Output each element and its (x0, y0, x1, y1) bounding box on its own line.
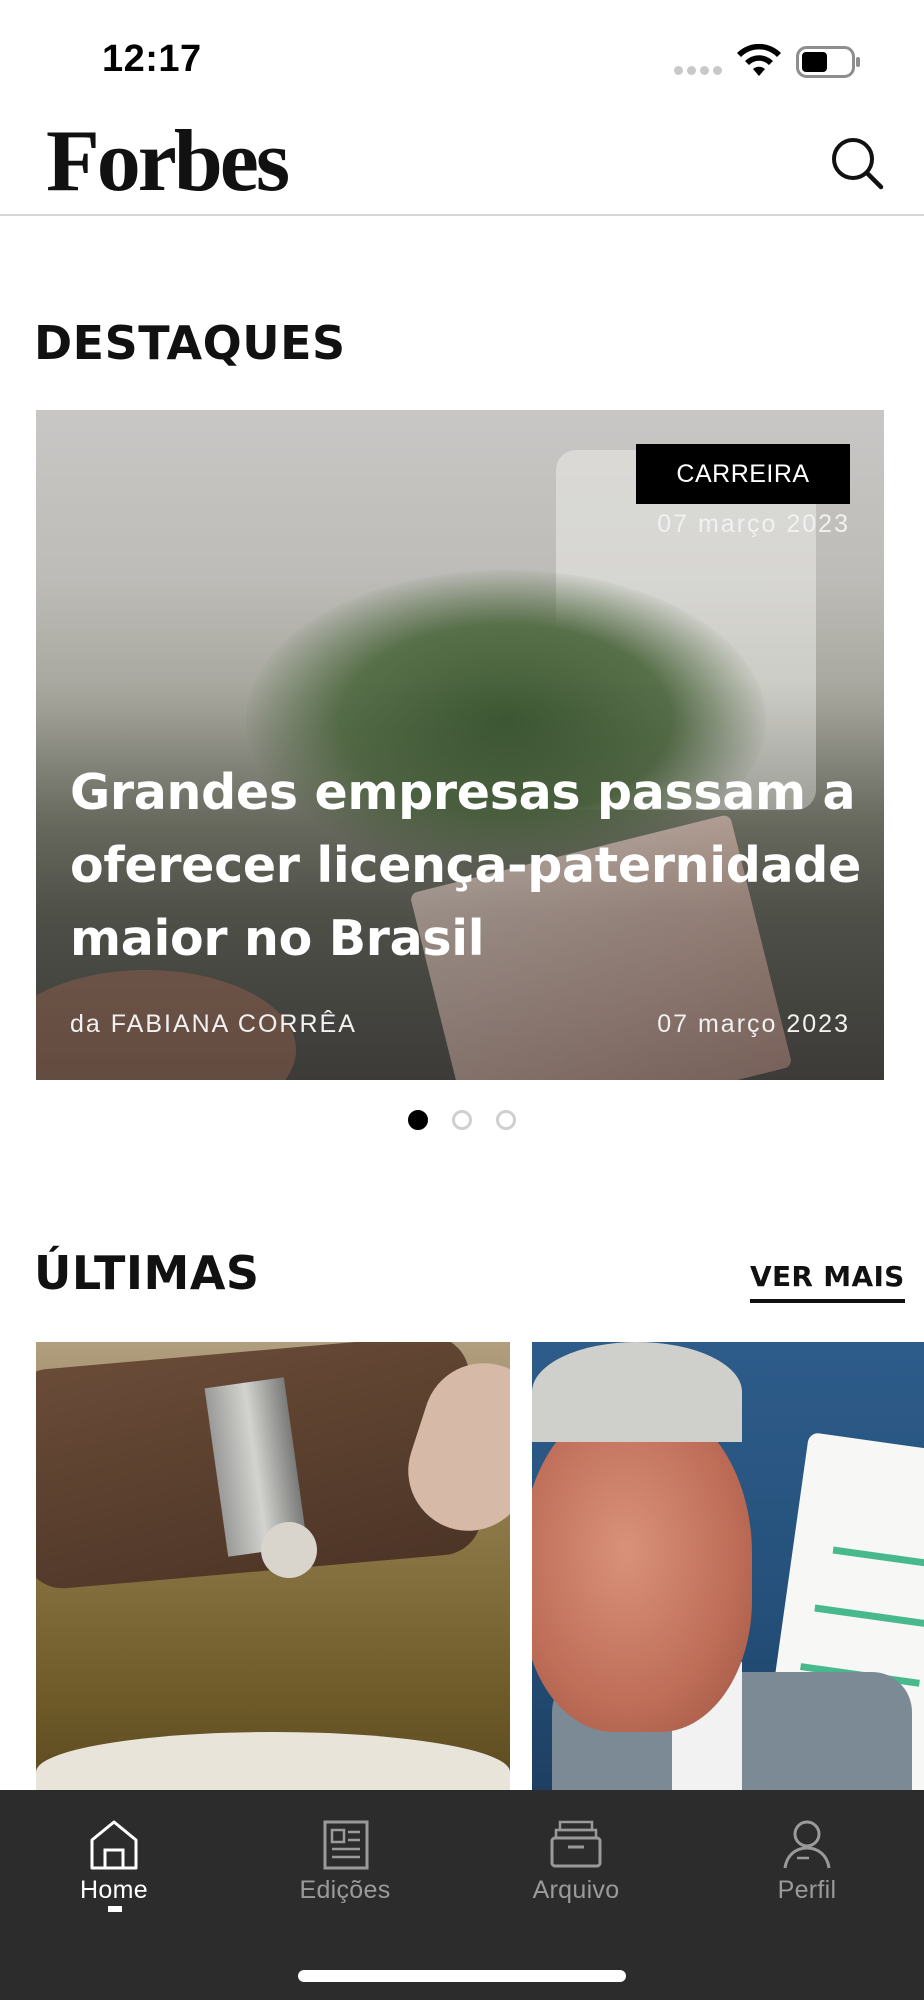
section-title-highlights: DESTAQUES (34, 316, 346, 370)
carousel-dot-1[interactable] (408, 1110, 428, 1130)
newspaper-icon (323, 1820, 369, 1870)
featured-article-card[interactable]: CARREIRA 07 março 2023 Grandes empresas … (36, 410, 884, 1080)
home-indicator[interactable] (298, 1970, 626, 1982)
forbes-logo[interactable]: Forbes (46, 118, 290, 206)
see-more-link[interactable]: VER MAIS (750, 1260, 905, 1303)
tab-label: Perfil (777, 1876, 837, 1904)
tab-label: Arquivo (532, 1876, 620, 1904)
tab-editions[interactable]: Edições (265, 1816, 425, 1926)
tab-archive[interactable]: Arquivo (496, 1816, 656, 1926)
profile-icon (783, 1820, 831, 1869)
archive-icon (550, 1820, 602, 1868)
carousel-dot-3[interactable] (496, 1110, 516, 1130)
search-icon[interactable] (828, 134, 886, 192)
tab-profile[interactable]: Perfil (727, 1816, 887, 1926)
article-headline[interactable]: Grandes empresas passam a oferecer licen… (70, 756, 870, 975)
bottom-tab-bar: Home Edições Arquivo Perfil (0, 1790, 924, 2000)
section-title-latest: ÚLTIMAS (34, 1246, 260, 1300)
wifi-icon (737, 44, 781, 76)
article-date-top: 07 março 2023 (657, 510, 850, 538)
carousel-pagination[interactable] (408, 1110, 516, 1130)
active-tab-indicator (108, 1906, 122, 1912)
carousel-dot-2[interactable] (452, 1110, 472, 1130)
tab-label: Edições (299, 1876, 391, 1904)
home-icon (90, 1820, 138, 1870)
cellular-signal-icon (674, 66, 724, 76)
category-badge[interactable]: CARREIRA (636, 444, 850, 504)
status-time: 12:17 (102, 38, 202, 80)
article-author: da FABIANA CORRÊA (70, 1010, 357, 1038)
tab-label: Home (80, 1876, 148, 1904)
status-bar: 12:17 (0, 0, 924, 110)
app-header: Forbes (0, 110, 924, 216)
latest-article-card[interactable] (36, 1342, 510, 1790)
battery-icon (796, 46, 860, 78)
article-date-bottom: 07 março 2023 (657, 1010, 850, 1038)
latest-article-card[interactable] (532, 1342, 924, 1790)
